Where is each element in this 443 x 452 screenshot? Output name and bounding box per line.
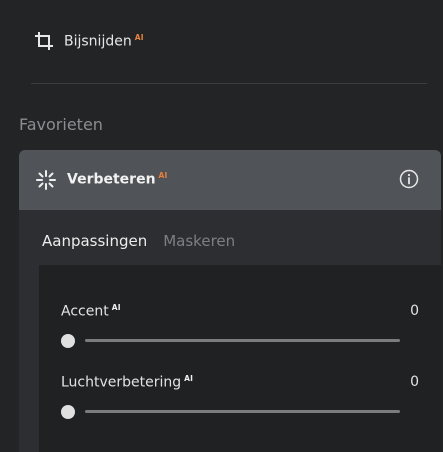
slider-value-accent: 0 <box>410 303 419 319</box>
crop-label: Bijsnijden AI <box>64 32 144 50</box>
adjustments-section: Accent AI 0 Luchtverbetering AI 0 <box>39 265 441 452</box>
ai-badge: AI <box>111 303 121 312</box>
crop-tool-row[interactable]: Bijsnijden AI <box>34 29 144 53</box>
slider-label-accent: Accent AI <box>61 303 121 320</box>
slider-label-sky: Luchtverbetering AI <box>61 374 194 391</box>
ai-badge: AI <box>184 374 194 383</box>
enhance-header[interactable]: Verbeteren AI <box>19 150 441 210</box>
tab-bar: Aanpassingen Maskeren <box>42 232 235 250</box>
info-icon[interactable] <box>399 169 419 189</box>
tab-aanpassingen[interactable]: Aanpassingen <box>42 232 147 250</box>
slider-thumb-accent[interactable] <box>61 334 75 348</box>
slider-thumb-sky[interactable] <box>61 405 75 419</box>
sparkle-icon <box>36 170 56 190</box>
favorites-heading: Favorieten <box>19 115 103 134</box>
slider-track-sky[interactable] <box>85 410 400 413</box>
tab-maskeren[interactable]: Maskeren <box>163 232 235 250</box>
edit-panel: Bijsnijden AI Favorieten Verbeteren AI A… <box>0 0 443 452</box>
enhance-body: Aanpassingen Maskeren Accent AI 0 Luchtve… <box>19 210 441 452</box>
enhance-title: Verbeteren AI <box>67 171 168 188</box>
slider-track-accent[interactable] <box>85 339 400 342</box>
divider <box>31 83 427 84</box>
slider-value-sky: 0 <box>410 374 419 390</box>
ai-badge: AI <box>158 171 168 180</box>
crop-icon <box>35 32 53 50</box>
ai-badge: AI <box>134 32 144 42</box>
